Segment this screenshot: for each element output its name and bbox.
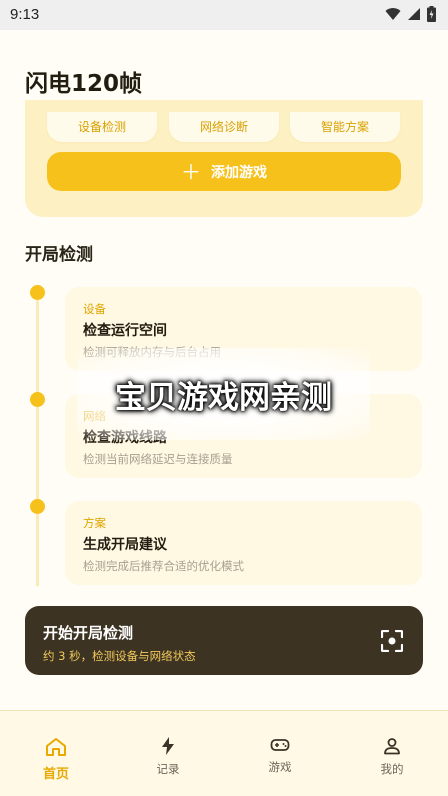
home-icon (46, 738, 66, 756)
nav-label: 游戏 (268, 760, 292, 774)
status-time: 9:13 (10, 6, 40, 23)
nav-item-mine[interactable]: 我的 (336, 711, 448, 796)
lightning-icon (162, 737, 174, 755)
device-check-chip[interactable]: 设备检测 (47, 112, 157, 142)
smart-plan-chip[interactable]: 智能方案 (290, 112, 400, 142)
start-title: 开始开局检测 (43, 624, 134, 642)
step-desc: 检测当前网络延迟与连接质量 (83, 452, 233, 466)
network-diagnose-chip[interactable]: 网络诊断 (169, 112, 279, 142)
nav-label: 记录 (156, 762, 180, 776)
add-game-label: 添加游戏 (211, 164, 267, 181)
section-title: 开局检测 (25, 245, 93, 265)
nav-label: 我的 (380, 762, 404, 776)
app-title: 闪电120帧 (25, 71, 143, 97)
status-bar: 9:13 (0, 0, 448, 30)
watermark-overlay: 宝贝游戏网亲测 (77, 348, 370, 440)
watermark-text: 宝贝游戏网亲测 (115, 379, 332, 416)
step-tag: 设备 (83, 302, 106, 316)
start-subtitle: 约 3 秒，检测设备与网络状态 (43, 649, 196, 663)
nav-item-home[interactable]: 首页 (0, 711, 112, 796)
step-title: 生成开局建议 (83, 537, 167, 553)
scan-icon (381, 630, 403, 652)
timeline-dot (30, 499, 45, 514)
gamepad-icon (270, 739, 290, 751)
timeline-dot (30, 392, 45, 407)
step-tag: 方案 (83, 516, 106, 530)
plus-icon: ＋ (181, 159, 201, 184)
battery-icon (427, 6, 436, 22)
nav-label: 首页 (42, 767, 69, 782)
step-card-plan: 方案 生成开局建议 检测完成后推荐合适的优化模式 (65, 501, 422, 585)
step-desc: 检测完成后推荐合适的优化模式 (83, 559, 244, 573)
bottom-nav: 首页 记录 游戏 我的 (0, 710, 448, 796)
timeline-dot (30, 285, 45, 300)
timeline-line (36, 296, 39, 586)
user-icon (384, 738, 400, 755)
nav-item-records[interactable]: 记录 (112, 711, 224, 796)
status-icons (385, 6, 436, 22)
step-title: 检查运行空间 (83, 323, 167, 339)
signal-icon (408, 8, 420, 20)
add-game-button[interactable]: ＋ 添加游戏 (47, 152, 401, 191)
wifi-icon (385, 8, 401, 20)
nav-item-games[interactable]: 游戏 (224, 711, 336, 796)
start-detection-button[interactable]: 开始开局检测 约 3 秒，检测设备与网络状态 (25, 606, 423, 675)
